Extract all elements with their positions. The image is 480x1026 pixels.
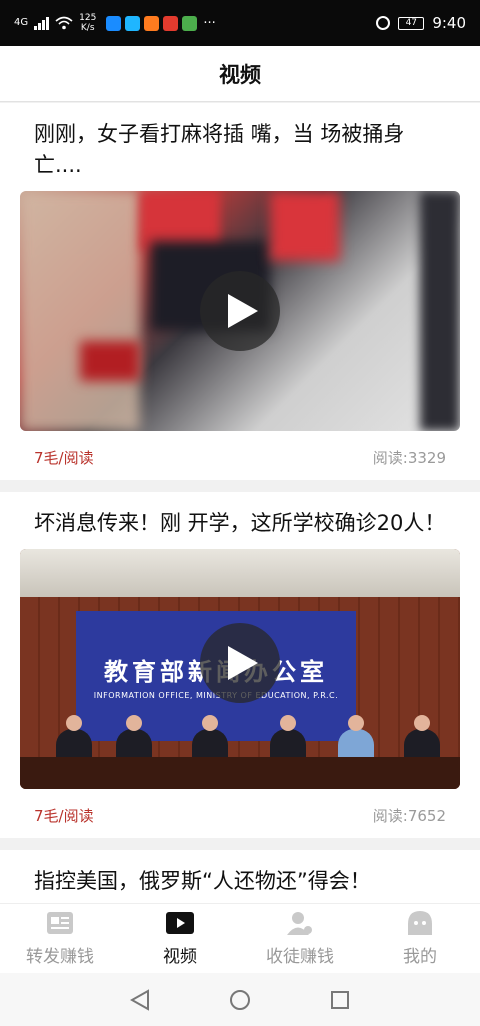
video-thumbnail[interactable] xyxy=(20,191,460,431)
notification-icons xyxy=(106,15,198,31)
video-title[interactable]: 指控美国，俄罗斯“人还物还”得会！ xyxy=(20,866,460,897)
battery-icon: 47 xyxy=(398,16,425,30)
battery-level: 47 xyxy=(405,18,418,28)
recents-icon[interactable] xyxy=(328,988,352,1012)
wifi-icon xyxy=(55,16,73,30)
video-card[interactable]: 坏消息传来！刚 开学，这所学校确诊20人！ 教育部新闻办公室 INFORMATI… xyxy=(0,492,480,838)
more-notifications-icon: ··· xyxy=(203,15,216,31)
tab-label: 转发赚钱 xyxy=(26,947,94,967)
article-icon xyxy=(45,910,75,936)
app-notification-icon xyxy=(144,15,160,31)
alarm-icon xyxy=(376,16,391,30)
play-icon[interactable] xyxy=(200,623,280,703)
tab-share-earn[interactable]: 转发赚钱 xyxy=(0,904,120,973)
read-count: 阅读:7652 xyxy=(372,807,446,825)
video-card[interactable]: 刚刚，女子看打麻将插 嘴，当 场被捅身亡.... 7毛/阅读 阅读:3329 xyxy=(0,103,480,480)
clock: 9:40 xyxy=(432,14,466,32)
status-bar: 4G 125 K/s ··· 47 9:40 xyxy=(0,0,480,46)
app-notification-icon xyxy=(106,15,122,31)
tab-profile[interactable]: 我的 xyxy=(360,904,480,973)
network-type: 4G xyxy=(14,17,29,28)
app-notification-icon xyxy=(163,15,179,31)
video-thumbnail[interactable]: 教育部新闻办公室 INFORMATION OFFICE, MINISTRY OF… xyxy=(20,549,460,789)
profile-icon xyxy=(405,910,435,936)
network-speed: 125 K/s xyxy=(79,13,97,33)
app-notification-icon xyxy=(125,15,141,31)
bottom-tab-bar: 转发赚钱 视频 收徒赚钱 我的 xyxy=(0,903,480,973)
tab-recruit-earn[interactable]: 收徒赚钱 xyxy=(240,904,360,973)
page-header: 视频 xyxy=(0,46,480,102)
tab-video[interactable]: 视频 xyxy=(120,904,240,973)
reward-label: 7毛/阅读 xyxy=(34,807,94,825)
video-title[interactable]: 坏消息传来！刚 开学，这所学校确诊20人！ xyxy=(20,508,460,539)
tab-label: 收徒赚钱 xyxy=(266,947,334,967)
video-card[interactable]: 指控美国，俄罗斯“人还物还”得会！ xyxy=(0,850,480,903)
user-icon xyxy=(285,910,315,936)
video-title[interactable]: 刚刚，女子看打麻将插 嘴，当 场被捅身亡.... xyxy=(20,119,460,181)
play-icon[interactable] xyxy=(200,271,280,351)
signal-icon xyxy=(34,16,50,30)
read-count: 阅读:3329 xyxy=(372,449,446,467)
back-icon[interactable] xyxy=(128,988,152,1012)
home-icon[interactable] xyxy=(228,988,252,1012)
video-feed[interactable]: 刚刚，女子看打麻将插 嘴，当 场被捅身亡.... 7毛/阅读 阅读:3329 坏… xyxy=(0,103,480,903)
tab-label: 我的 xyxy=(403,947,437,967)
app-notification-icon xyxy=(182,15,198,31)
system-nav-bar xyxy=(0,973,480,1026)
video-icon xyxy=(165,910,195,936)
tab-label: 视频 xyxy=(163,947,197,967)
page-title: 视频 xyxy=(219,62,261,87)
reward-label: 7毛/阅读 xyxy=(34,449,94,467)
